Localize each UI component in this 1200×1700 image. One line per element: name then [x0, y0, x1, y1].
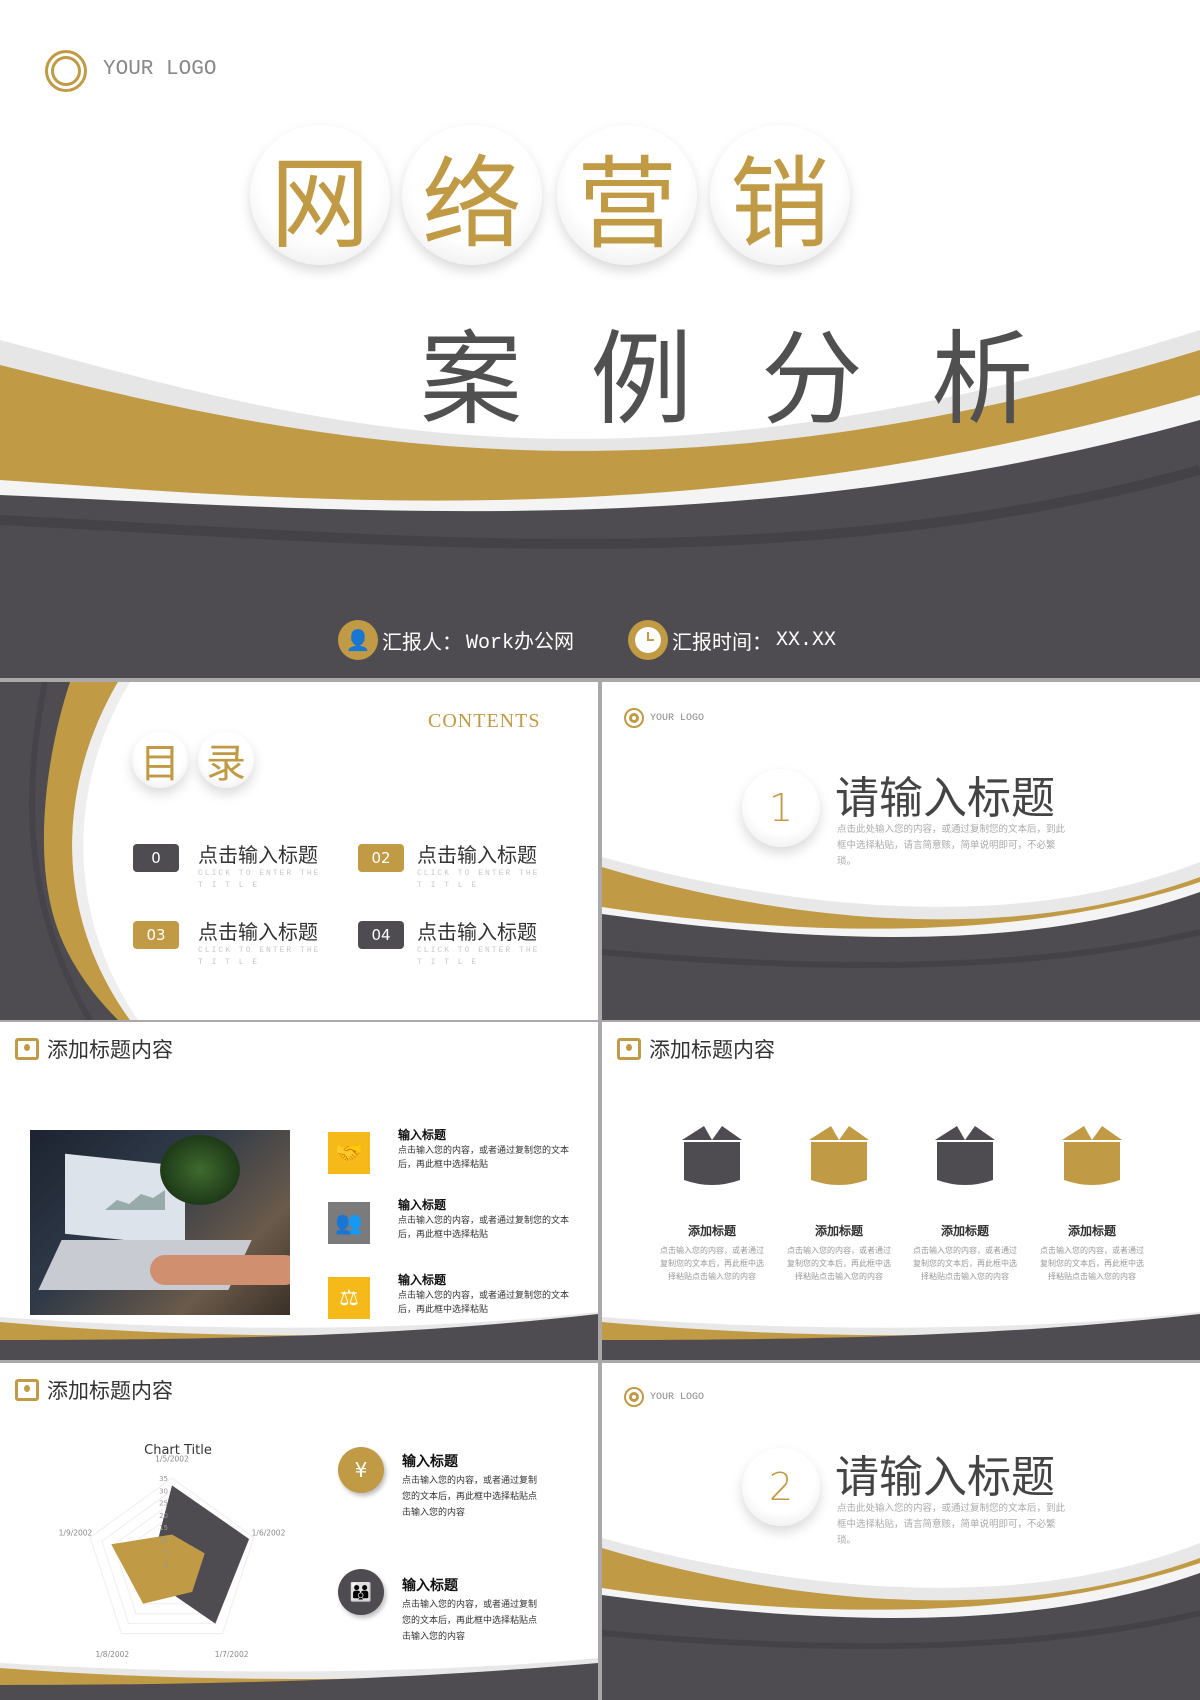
section-description: 点击此处输入您的内容，或通过复制您的文本后，到此框中选择粘贴，请言简意赅，简单说…	[837, 824, 1066, 867]
reporter-value: Work办公网	[466, 632, 575, 655]
radar-tick-label: 0	[164, 1561, 168, 1569]
toc-heading-char-2: 录	[198, 732, 254, 788]
radar-tick-label: 35	[159, 1475, 168, 1483]
item-description: 点击输入您的内容，或者通过复制您的文本后，再此框中选择粘贴	[398, 1216, 570, 1240]
box-title: 添加标题	[1067, 1224, 1116, 1238]
item-title: 输入标题	[398, 1273, 447, 1287]
title-char-4: 销	[710, 125, 850, 265]
section-number: 1	[742, 769, 820, 847]
box-description: 点击输入您的内容，或者通过复制您的文本后，再此框中选择粘贴点击输入您的内容	[913, 1246, 1017, 1281]
toc-number: 0	[133, 844, 179, 872]
open-box-icon	[682, 1126, 742, 1185]
reporter-info: 👤 汇报人： Work办公网	[338, 620, 574, 660]
box-title: 添加标题	[940, 1224, 989, 1238]
item-title: 输入标题	[398, 1128, 447, 1142]
balance-icon: ⚖	[328, 1277, 370, 1319]
logo-text: YOUR LOGO	[650, 1392, 705, 1403]
logo-icon	[624, 1387, 644, 1407]
title-char-3: 营	[557, 125, 697, 265]
box-description: 点击输入您的内容，或者通过复制您的文本后，再此框中选择粘贴点击输入您的内容	[787, 1246, 891, 1281]
section-title: 请输入标题	[835, 1452, 1055, 1503]
radar-axis-label: 1/7/2002	[215, 1650, 249, 1659]
toc-title: 点击输入标题	[417, 843, 537, 867]
item-description: 点击输入您的内容，或者通过复制您的文本后，再此框中选择粘贴点击输入您的内容	[402, 1600, 538, 1642]
toc-subtitle: CLICK TO ENTER THE T I T L E	[198, 869, 321, 890]
open-box-icon	[809, 1126, 869, 1185]
laptop-photo	[30, 1130, 290, 1315]
logo-icon	[624, 708, 644, 728]
box-title: 添加标题	[687, 1224, 736, 1238]
section-number: 2	[742, 1448, 820, 1526]
handshake-icon: 🤝	[328, 1132, 370, 1174]
radar-axis-label: 1/9/2002	[59, 1529, 93, 1538]
meeting-icon: 👥	[328, 1202, 370, 1244]
toc-title: 点击输入标题	[417, 920, 537, 944]
contents-label: CONTENTS	[428, 710, 541, 732]
radar-tick-label: 5	[164, 1549, 168, 1557]
money-hand-icon: ¥	[338, 1447, 384, 1493]
logo-text: YOUR LOGO	[103, 58, 217, 81]
team-icon: 👪	[338, 1569, 384, 1615]
item-description: 点击输入您的内容，或者通过复制您的文本后，再此框中选择粘贴	[398, 1146, 570, 1170]
radar-axis-label: 1/8/2002	[96, 1650, 130, 1659]
box-description: 点击输入您的内容，或者通过复制您的文本后，再此框中选择粘贴点击输入您的内容	[1040, 1246, 1144, 1281]
time-label: 汇报时间：	[672, 629, 772, 654]
toc-subtitle: CLICK TO ENTER THE T I T L E	[417, 946, 540, 967]
radar-chart: 0 5 10 15 20 25 30 35 1/5/2002 1/6/2002 1/7/2002 1/…	[59, 1455, 286, 1660]
slide-header: 添加标题内容	[15, 1034, 173, 1064]
toc-number: 02	[358, 844, 404, 872]
radar-tick-label: 10	[159, 1536, 168, 1544]
radar-tick-label: 30	[159, 1487, 168, 1495]
item-title: 输入标题	[402, 1578, 458, 1594]
toc-number: 03	[133, 921, 179, 949]
cover-slide: YOUR LOGO 网 络 营 销 案 例 分 析 👤 汇报人： Work办公网…	[0, 0, 1200, 678]
logo-icon	[45, 50, 87, 92]
reporter-label: 汇报人：	[382, 629, 462, 654]
item-title: 输入标题	[398, 1198, 447, 1212]
clock-icon	[628, 620, 668, 660]
section-2-slide: YOUR LOGO 2 请输入标题 点击此处输入您的内容，或通过复制您的文本后，…	[602, 1363, 1200, 1700]
radar-axis-label: 1/6/2002	[252, 1529, 286, 1538]
presentation-icon	[15, 1038, 39, 1060]
open-box-icons	[682, 1126, 1122, 1185]
toc-subtitle: CLICK TO ENTER THE T I T L E	[417, 869, 540, 890]
item-description: 点击输入您的内容，或者通过复制您的文本后，再此框中选择粘贴	[398, 1291, 570, 1315]
person-icon: 👤	[338, 620, 378, 660]
chart-content-slide: 添加标题内容 Chart Title 0 5 10 15 20 25 30 35 1/5/200…	[0, 1363, 598, 1700]
toc-heading-char-1: 目	[132, 732, 188, 788]
boxes-content-slide: 添加标题内容 添加标题 点击输入您的内容，或者通过复制您的文本后，再此框中选择粘…	[602, 1022, 1200, 1360]
time-value: XX.XX	[776, 628, 837, 652]
section-title: 请输入标题	[835, 773, 1055, 824]
radar-tick-label: 15	[159, 1524, 168, 1532]
logo-text: YOUR LOGO	[650, 713, 705, 724]
item-title: 输入标题	[402, 1454, 458, 1470]
radar-axis-label: 1/5/2002	[155, 1455, 189, 1464]
box-description: 点击输入您的内容，或者通过复制您的文本后，再此框中选择粘贴点击输入您的内容	[660, 1246, 764, 1281]
section-description: 点击此处输入您的内容，或通过复制您的文本后，到此框中选择粘贴，请言简意赅，简单说…	[837, 1503, 1066, 1546]
open-box-icon	[935, 1126, 995, 1185]
box-title: 添加标题	[814, 1224, 863, 1238]
toc-title: 点击输入标题	[198, 920, 318, 944]
item-description: 点击输入您的内容，或者通过复制您的文本后，再此框中选择粘贴点击输入您的内容	[402, 1476, 538, 1518]
toc-slide: CONTENTS 目 录 0 点击输入标题 CLICK TO ENTER THE…	[0, 682, 598, 1020]
section-1-slide: YOUR LOGO 1 请输入标题 点击此处输入您的内容，或通过复制您的文本后，…	[602, 682, 1200, 1020]
photo-content-slide: 添加标题内容 🤝 输入标题 点击输入您的内容，或者通过复制您的文本后，再此框中选…	[0, 1022, 598, 1360]
time-info: 汇报时间： XX.XX	[628, 620, 836, 660]
radar-tick-label: 25	[159, 1500, 168, 1508]
title-char-1: 网	[250, 125, 390, 265]
cover-subtitle: 案 例 分 析	[420, 321, 1052, 440]
slide-header-text: 添加标题内容	[47, 1038, 173, 1062]
toc-title: 点击输入标题	[198, 843, 318, 867]
radar-tick-label: 20	[159, 1512, 168, 1520]
toc-number: 04	[358, 921, 404, 949]
toc-subtitle: CLICK TO ENTER THE T I T L E	[198, 946, 321, 967]
open-box-icon	[1062, 1126, 1122, 1185]
title-char-2: 络	[402, 125, 542, 265]
